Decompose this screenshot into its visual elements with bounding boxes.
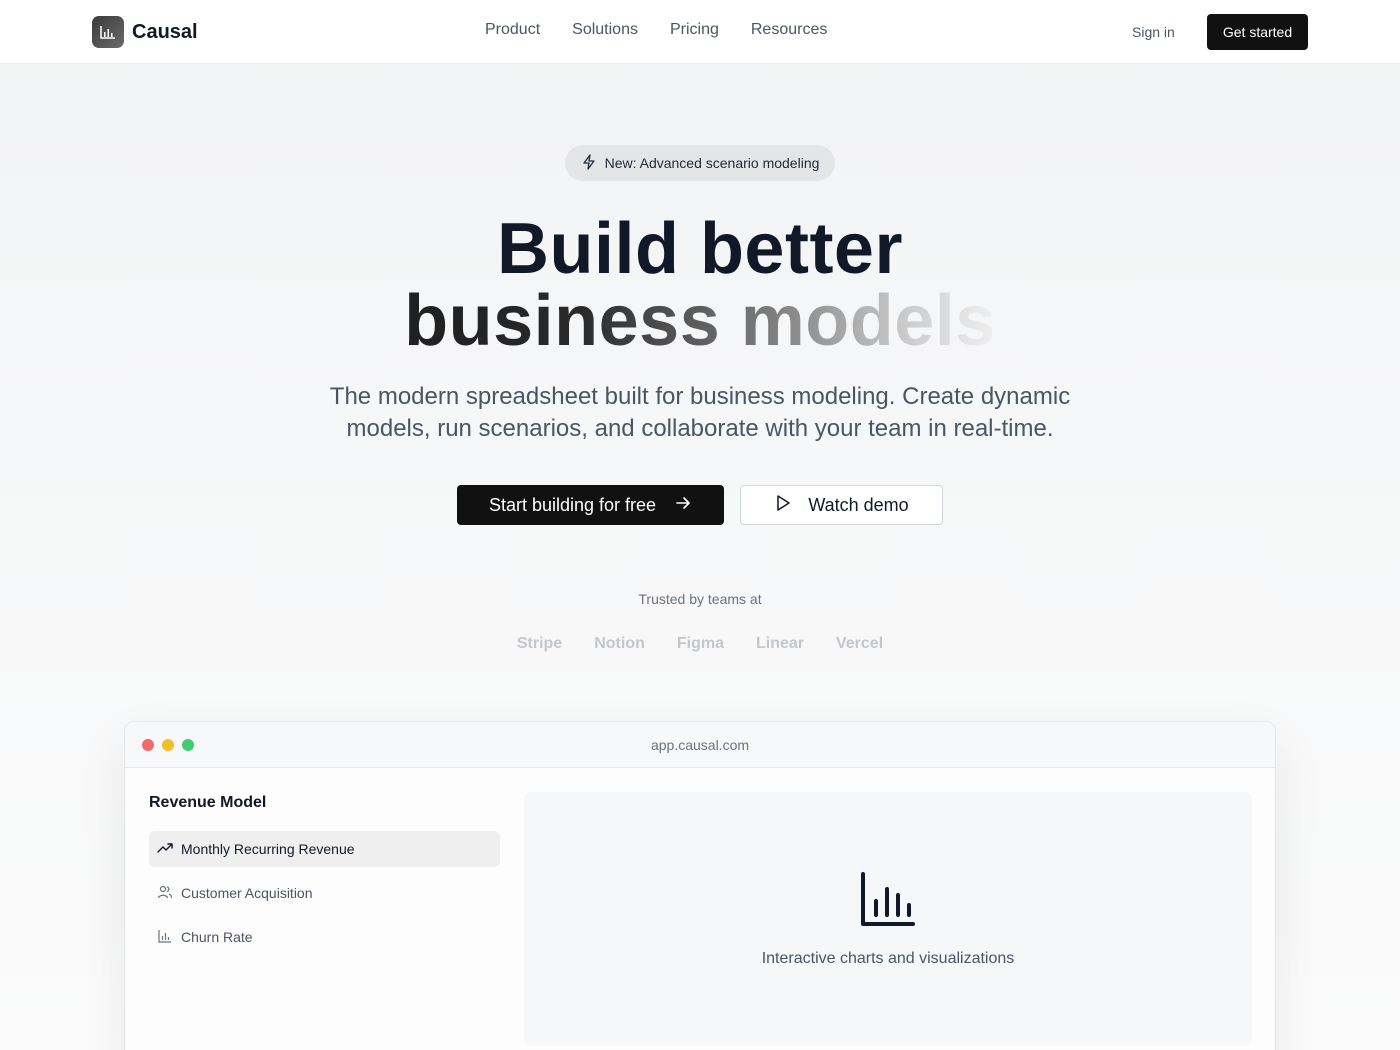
sidebar-item-label: Churn Rate — [181, 929, 253, 945]
chart-placeholder-panel: Interactive charts and visualizations — [524, 792, 1252, 1046]
users-icon — [157, 884, 173, 903]
bar-chart-large-icon — [860, 871, 916, 932]
hero-subtitle: The modern spreadsheet built for busines… — [300, 381, 1100, 445]
get-started-button[interactable]: Get started — [1207, 14, 1308, 50]
trusted-label: Trusted by teams at — [638, 591, 762, 607]
company-logo-vercel: Vercel — [835, 635, 884, 652]
top-nav: Causal Product Solutions Pricing Resourc… — [0, 0, 1400, 64]
hero-title-gradient: business models — [404, 281, 996, 361]
play-icon — [774, 494, 792, 517]
company-logo-linear: Linear — [755, 635, 804, 652]
hero-title-line1: Build better — [496, 209, 903, 289]
nav-link-product[interactable]: Product — [485, 21, 540, 39]
nav-link-resources[interactable]: Resources — [751, 21, 827, 39]
company-logo-notion: Notion — [594, 635, 645, 652]
nav-links: Product Solutions Pricing Resources — [485, 21, 827, 39]
logo-chart-icon — [92, 16, 124, 48]
hero-subtitle-line1: The modern spreadsheet built for busines… — [329, 383, 1071, 410]
hero-subtitle-line2: models, run scenarios, and collaborate w… — [346, 415, 1054, 442]
bar-chart-icon — [157, 928, 173, 947]
watch-demo-button[interactable]: Watch demo — [740, 485, 943, 525]
watch-demo-label: Watch demo — [808, 494, 909, 515]
sidebar-item-churn-rate[interactable]: Churn Rate — [149, 919, 500, 955]
lightning-icon — [581, 153, 597, 173]
trending-up-icon — [157, 840, 173, 859]
hero-title-line2: business models — [0, 285, 1400, 357]
app-preview-window: app.causal.com Revenue Model Monthly Rec… — [124, 721, 1276, 1050]
arrow-right-icon — [674, 494, 692, 517]
sidebar-item-customer-acquisition[interactable]: Customer Acquisition — [149, 875, 500, 911]
nav-link-pricing[interactable]: Pricing — [670, 21, 719, 39]
start-building-button[interactable]: Start building for free — [457, 485, 724, 525]
brand-logo[interactable]: Causal — [92, 16, 198, 48]
window-url: app.causal.com — [650, 737, 750, 753]
sidebar-item-mrr[interactable]: Monthly Recurring Revenue — [149, 831, 500, 867]
sign-in-link[interactable]: Sign in — [1132, 24, 1175, 40]
sidebar-title: Revenue Model — [149, 794, 267, 811]
window-titlebar: app.causal.com — [125, 722, 1275, 768]
announcement-badge[interactable]: New: Advanced scenario modeling — [565, 145, 835, 181]
chart-placeholder-text: Interactive charts and visualizations — [761, 950, 1015, 967]
sidebar-item-label: Customer Acquisition — [181, 885, 313, 901]
company-logos: Stripe Notion Figma Linear Vercel — [0, 635, 1400, 653]
company-logo-figma: Figma — [676, 635, 724, 652]
badge-label: New: Advanced scenario modeling — [604, 155, 820, 171]
company-logo-stripe: Stripe — [516, 635, 563, 652]
sidebar-item-label: Monthly Recurring Revenue — [181, 841, 355, 857]
nav-link-solutions[interactable]: Solutions — [572, 21, 638, 39]
start-building-label: Start building for free — [488, 494, 657, 515]
brand-name: Causal — [132, 20, 198, 43]
